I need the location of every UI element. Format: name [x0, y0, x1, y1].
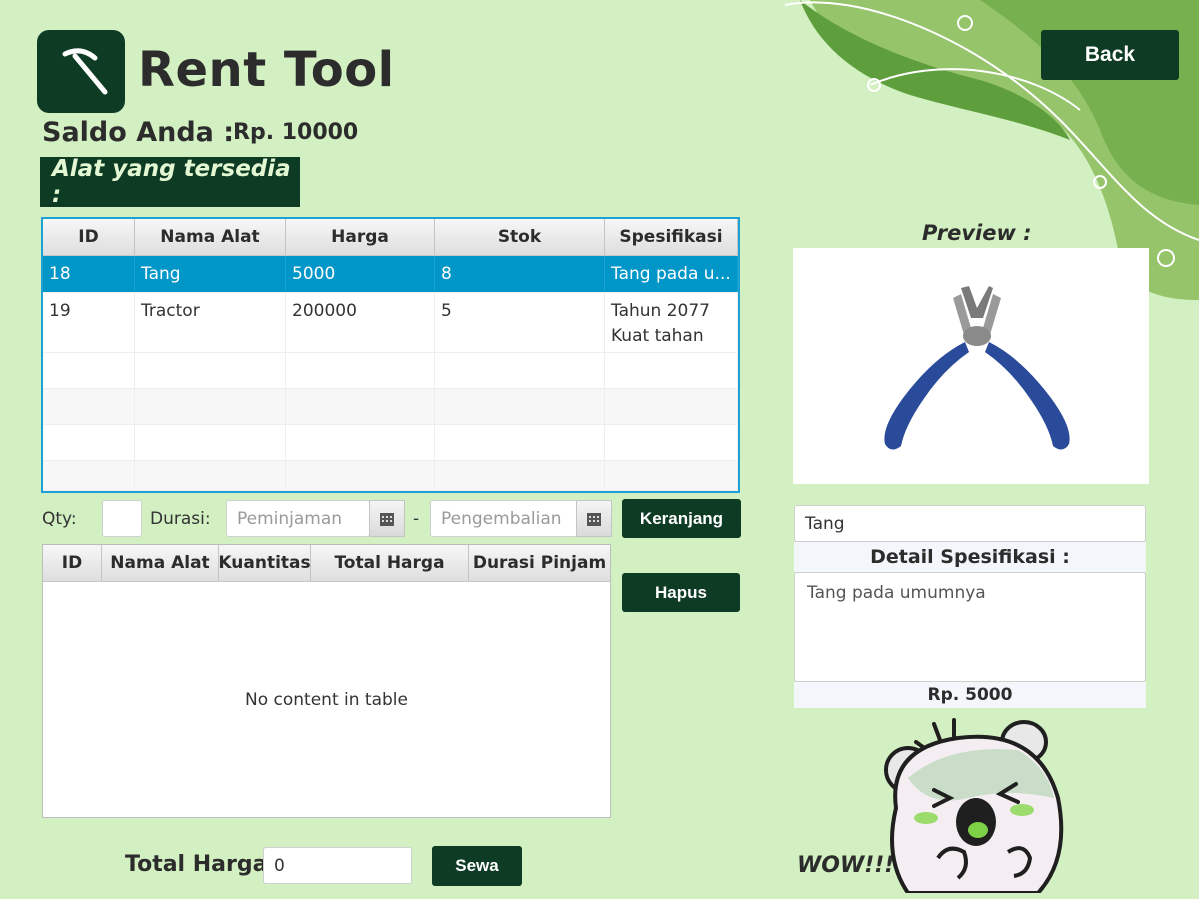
cell-id: 19 — [43, 293, 135, 352]
col-total-harga[interactable]: Total Harga — [311, 545, 469, 581]
cart-table-header: ID Nama Alat Kuantitas Total Harga Duras… — [43, 545, 610, 582]
pliers-icon — [884, 286, 1070, 450]
cell-nama: Tractor — [135, 293, 286, 352]
pickaxe-icon — [62, 47, 108, 94]
empty-row — [43, 425, 738, 461]
cell-harga: 5000 — [286, 256, 435, 292]
table-row[interactable]: 19 Tractor 200000 5 Tahun 2077 Kuat taha… — [43, 293, 738, 353]
back-button[interactable]: Back — [1041, 30, 1179, 80]
empty-row — [43, 389, 738, 425]
detail-spesifikasi-label: Detail Spesifikasi : — [794, 542, 1146, 572]
saldo-label: Saldo Anda : — [42, 117, 235, 148]
pengembalian-date-input[interactable]: Pengembalian — [430, 500, 578, 537]
tools-table[interactable]: ID Nama Alat Harga Stok Spesifikasi 18 T… — [41, 217, 740, 493]
col-id[interactable]: ID — [43, 545, 102, 581]
saldo-value: Rp. 10000 — [233, 120, 359, 145]
qty-label: Qty: — [42, 509, 77, 529]
empty-table-message: No content in table — [245, 690, 408, 710]
col-nama-alat[interactable]: Nama Alat — [135, 219, 286, 255]
col-durasi-pinjam[interactable]: Durasi Pinjam — [469, 545, 610, 581]
date-separator: - — [413, 509, 420, 529]
app-logo — [37, 30, 125, 113]
cell-harga: 200000 — [286, 293, 435, 352]
empty-row — [43, 353, 738, 389]
item-price-label: Rp. 5000 — [794, 682, 1146, 708]
cell-stok: 5 — [435, 293, 605, 352]
qty-input[interactable] — [102, 500, 142, 537]
item-name-field[interactable]: Tang — [794, 505, 1146, 542]
cell-stok: 8 — [435, 256, 605, 292]
col-kuantitas[interactable]: Kuantitas — [218, 545, 311, 581]
cart-table[interactable]: ID Nama Alat Kuantitas Total Harga Duras… — [42, 544, 611, 818]
peminjaman-date-input[interactable]: Peminjaman — [226, 500, 370, 537]
preview-image — [793, 248, 1149, 484]
total-harga-field[interactable]: 0 — [263, 847, 412, 884]
tools-table-header: ID Nama Alat Harga Stok Spesifikasi — [43, 219, 738, 256]
hapus-button[interactable]: Hapus — [622, 573, 740, 612]
cell-id: 18 — [43, 256, 135, 292]
mascot-hamster-image — [884, 718, 1064, 893]
cell-spesifikasi: Tang pada u... — [605, 256, 738, 292]
peminjaman-date-picker-button[interactable] — [369, 500, 405, 537]
app-title: Rent Tool — [138, 42, 395, 98]
table-row[interactable]: 18 Tang 5000 8 Tang pada u... — [43, 256, 738, 293]
cell-spesifikasi: Tahun 2077 Kuat tahan s... — [605, 293, 738, 352]
available-tools-heading: Alat yang tersedia : — [40, 156, 300, 208]
durasi-label: Durasi: — [150, 509, 211, 529]
preview-label: Preview : — [922, 221, 1032, 245]
calendar-icon — [380, 512, 394, 526]
spec-textarea[interactable]: Tang pada umumnya — [794, 572, 1146, 682]
col-stok[interactable]: Stok — [435, 219, 605, 255]
col-nama-alat[interactable]: Nama Alat — [102, 545, 219, 581]
keranjang-button[interactable]: Keranjang — [622, 499, 741, 538]
calendar-icon — [587, 512, 601, 526]
pengembalian-date-picker-button[interactable] — [576, 500, 612, 537]
empty-row — [43, 461, 738, 491]
col-spesifikasi[interactable]: Spesifikasi — [605, 219, 738, 255]
cell-nama: Tang — [135, 256, 286, 292]
sewa-button[interactable]: Sewa — [432, 846, 522, 886]
col-id[interactable]: ID — [43, 219, 135, 255]
total-harga-label: Total Harga: — [125, 852, 277, 877]
col-harga[interactable]: Harga — [286, 219, 435, 255]
